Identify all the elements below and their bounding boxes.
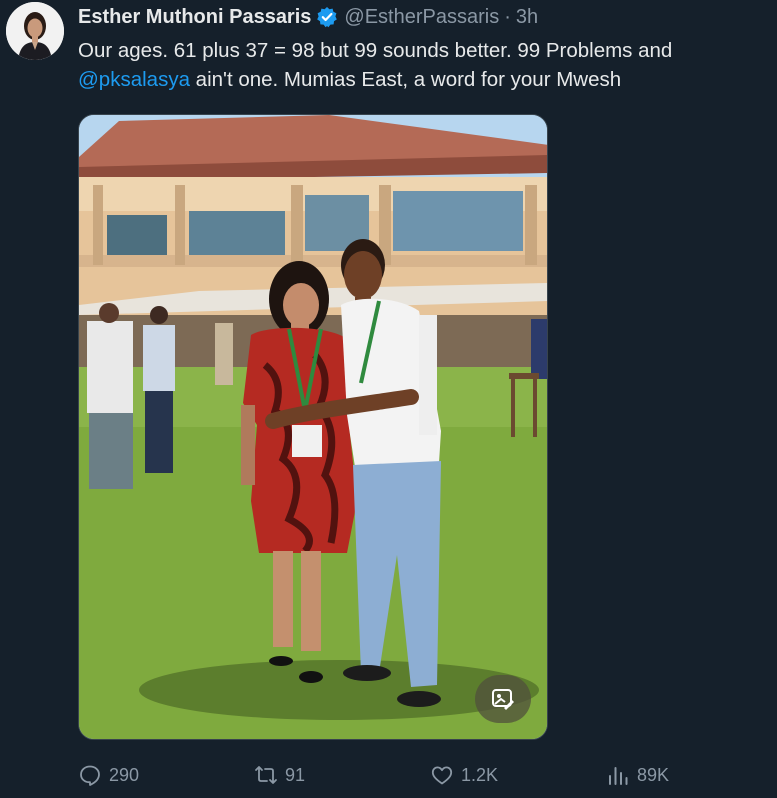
like-button[interactable]: 1.2K [430,760,498,790]
mention-link[interactable]: @pksalasya [78,68,190,91]
like-count: 1.2K [461,764,499,785]
retweet-icon [255,766,277,784]
image-alt-icon[interactable] [475,675,531,723]
views-chart-icon [609,767,628,785]
views-button[interactable]: 89K [606,760,669,790]
reply-icon [80,765,100,786]
reply-count: 290 [109,764,140,785]
heart-icon [431,766,453,785]
verified-badge-icon [316,6,338,28]
retweet-button[interactable]: 91 [254,760,305,790]
tweet-text-part1: Our ages. 61 plus 37 = 98 but 99 sounds … [78,39,673,62]
tweet-photo[interactable] [78,114,548,740]
photo-illustration [79,115,547,739]
author-name[interactable]: Esther Muthoni Passaris [78,6,311,29]
tweet-text-part2: ain't one. Mumias East, a word for your … [189,68,622,91]
tweet[interactable]: Esther Muthoni Passaris @EstherPassaris … [0,0,777,798]
tweet-actions: 290 91 1.2K 89K [78,760,698,790]
views-count: 89K [637,764,670,785]
author-avatar[interactable] [6,2,64,60]
tweet-header: Esther Muthoni Passaris @EstherPassaris … [78,4,538,30]
tweet-timestamp[interactable]: 3h [516,6,538,29]
author-handle[interactable]: @EstherPassaris [344,6,499,29]
reply-button[interactable]: 290 [78,760,139,790]
tweet-text: Our ages. 61 plus 37 = 98 but 99 sounds … [78,36,758,94]
separator-dot: · [504,5,511,28]
retweet-count: 91 [285,764,306,785]
